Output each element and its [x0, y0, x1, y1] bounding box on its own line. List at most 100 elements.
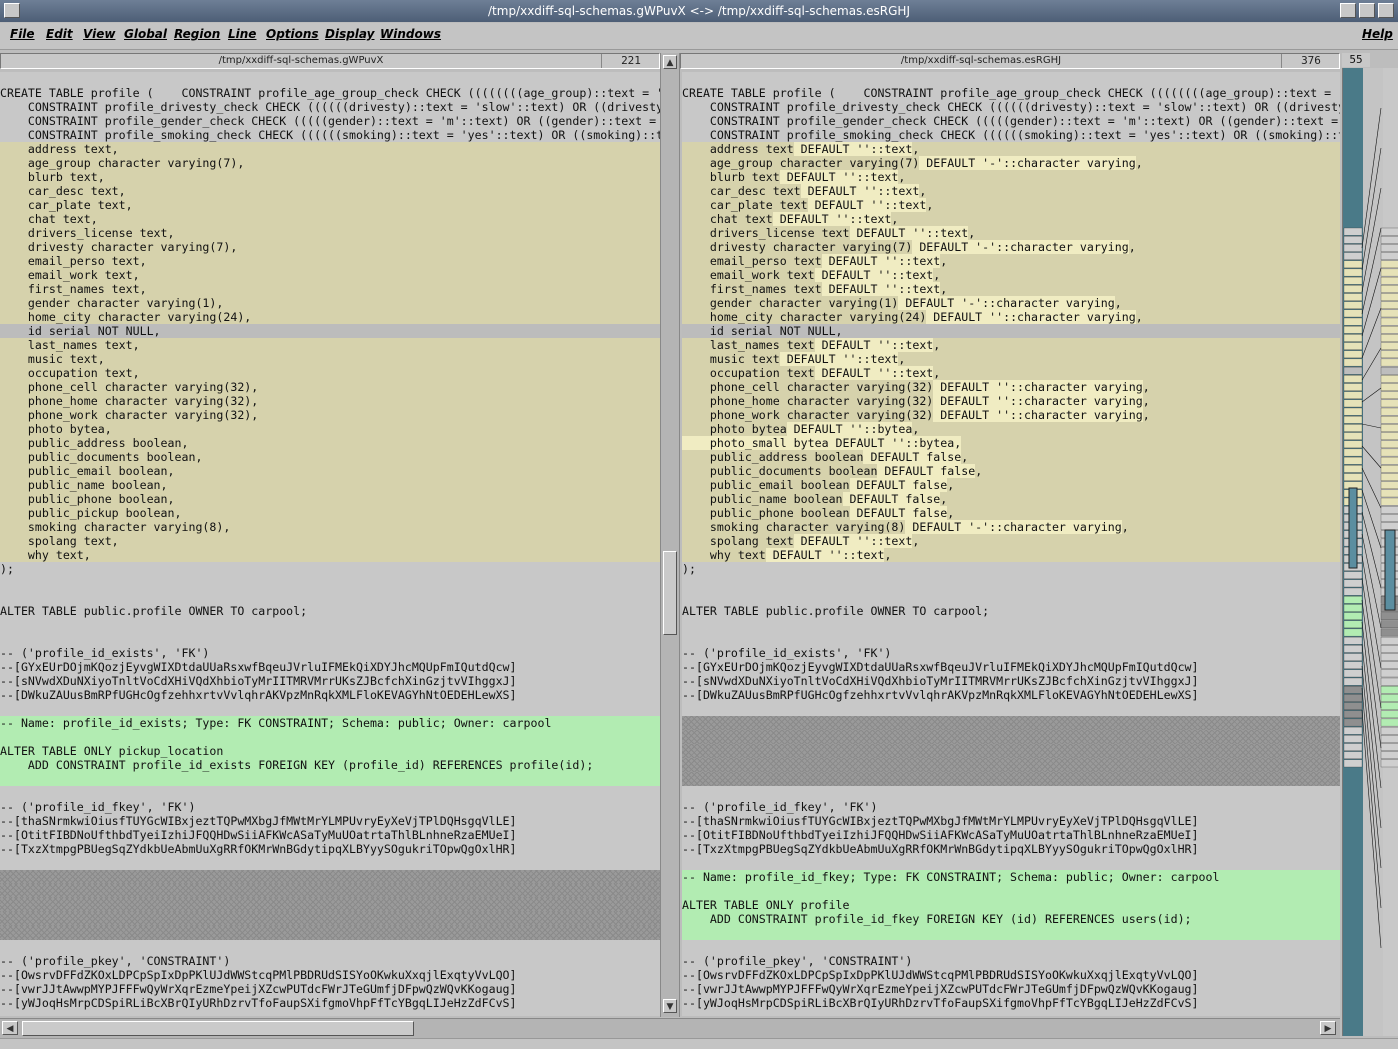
diff-line[interactable]: phone_home character varying(32) DEFAULT… [682, 394, 1340, 408]
vertical-scroll-thumb[interactable] [663, 551, 677, 635]
close-icon[interactable] [1378, 3, 1394, 18]
diff-line[interactable]: occupation text, [0, 366, 660, 380]
diff-line[interactable]: drivesty character varying(7), [0, 240, 660, 254]
diff-line[interactable]: gender character varying(1), [0, 296, 660, 310]
diff-line[interactable]: age_group character varying(7), [0, 156, 660, 170]
diff-line[interactable]: -- ('profile_id_exists', 'FK') [0, 646, 660, 660]
diff-line[interactable]: public_documents boolean, [0, 450, 660, 464]
diff-line[interactable]: -- ('profile_id_fkey', 'FK') [682, 800, 1340, 814]
diff-line[interactable] [682, 618, 1340, 632]
diff-line[interactable]: public_phone boolean, [0, 492, 660, 506]
menu-edit[interactable]: Edit [46, 27, 73, 41]
diff-line[interactable]: email_work text, [0, 268, 660, 282]
diff-line[interactable]: chat text DEFAULT ''::text, [682, 212, 1340, 226]
diff-line[interactable]: ); [682, 562, 1340, 576]
diff-line[interactable]: ALTER TABLE public.profile OWNER TO carp… [0, 604, 660, 618]
diff-line[interactable]: spolang text, [0, 534, 660, 548]
diff-line[interactable]: id serial NOT NULL, [682, 324, 1340, 338]
diff-line[interactable]: --[GYxEUrDOjmKQozjEyvgWIXDtdaUUaRsxwfBqe… [682, 660, 1340, 674]
diff-line[interactable]: id serial NOT NULL, [0, 324, 660, 338]
diff-line[interactable]: drivers_license text, [0, 226, 660, 240]
diff-line[interactable]: CONSTRAINT profile_gender_check CHECK ((… [682, 114, 1340, 128]
diff-line[interactable] [0, 926, 660, 940]
diff-line[interactable]: CONSTRAINT profile_gender_check CHECK ((… [0, 114, 660, 128]
diff-line[interactable]: blurb text DEFAULT ''::text, [682, 170, 1340, 184]
diff-line[interactable] [682, 926, 1340, 940]
diff-line[interactable]: address text, [0, 142, 660, 156]
scroll-left-icon[interactable]: ◀ [2, 1021, 18, 1035]
diff-line[interactable]: ADD CONSTRAINT profile_id_fkey FOREIGN K… [682, 912, 1340, 926]
diff-line[interactable]: drivesty character varying(7) DEFAULT '-… [682, 240, 1340, 254]
diff-line[interactable]: car_plate text, [0, 198, 660, 212]
menu-global[interactable]: Global [124, 27, 167, 41]
diff-line[interactable]: -- ('profile_pkey', 'CONSTRAINT') [682, 954, 1340, 968]
diff-line[interactable]: phone_cell character varying(32) DEFAULT… [682, 380, 1340, 394]
diff-line[interactable]: --[vwrJJtAwwpMYPJFFFwQyWrXqrEzmeYpeijXZc… [0, 982, 660, 996]
diff-line[interactable]: ALTER TABLE ONLY pickup_location [0, 744, 660, 758]
diff-line[interactable]: --[DWkuZAUusBmRPfUGHcOgfzehhxrtvVvlqhrAK… [0, 688, 660, 702]
diff-line[interactable] [682, 744, 1340, 758]
menu-options[interactable]: Options [266, 27, 319, 41]
diff-line[interactable]: phone_cell character varying(32), [0, 380, 660, 394]
diff-line[interactable]: occupation text DEFAULT ''::text, [682, 366, 1340, 380]
menu-view[interactable]: View [83, 27, 115, 41]
diff-line[interactable]: first_names text DEFAULT ''::text, [682, 282, 1340, 296]
diff-line[interactable]: ALTER TABLE public.profile OWNER TO carp… [682, 604, 1340, 618]
diff-line[interactable]: phone_work character varying(32) DEFAULT… [682, 408, 1340, 422]
window-menu-icon[interactable] [4, 3, 20, 18]
diff-line[interactable]: --[OtitFIBDNoUfthbdTyeiIzhiJFQQHDwSiiAFK… [682, 828, 1340, 842]
horizontal-scrollbar[interactable]: ◀ ▶ [0, 1018, 1340, 1038]
diff-line[interactable] [0, 940, 660, 954]
diff-line[interactable] [0, 870, 660, 884]
diff-line[interactable] [682, 940, 1340, 954]
diff-line[interactable]: --[GYxEUrDOjmKQozjEyvgWIXDtdaUUaRsxwfBqe… [0, 660, 660, 674]
diff-line[interactable]: --[OtitFIBDNoUfthbdTyeiIzhiJFQQHDwSiiAFK… [0, 828, 660, 842]
diff-line[interactable] [682, 576, 1340, 590]
scroll-right-icon[interactable]: ▶ [1320, 1021, 1336, 1035]
diff-line[interactable]: car_desc text DEFAULT ''::text, [682, 184, 1340, 198]
menu-file[interactable]: File [10, 27, 35, 41]
diff-line[interactable]: why text, [0, 548, 660, 562]
diff-line[interactable]: CONSTRAINT profile_drivesty_check CHECK … [682, 100, 1340, 114]
diff-line[interactable] [682, 772, 1340, 786]
diff-line[interactable]: --[sNVwdXDuNXiyoTnltVoCdXHiVQdXhbioTyMrI… [0, 674, 660, 688]
diff-line[interactable]: photo bytea DEFAULT ''::bytea, [682, 422, 1340, 436]
diff-line[interactable]: --[yWJoqHsMrpCDSpiRLiBcXBrQIyURhDzrvTfoF… [0, 996, 660, 1010]
diff-line[interactable]: phone_work character varying(32), [0, 408, 660, 422]
diff-line[interactable]: blurb text, [0, 170, 660, 184]
diff-line[interactable]: ALTER TABLE ONLY profile [682, 898, 1340, 912]
diff-line[interactable]: car_desc text, [0, 184, 660, 198]
diff-line[interactable]: photo bytea, [0, 422, 660, 436]
diff-line[interactable]: -- Name: profile_id_fkey; Type: FK CONST… [682, 870, 1340, 884]
diff-line[interactable] [682, 702, 1340, 716]
diff-line[interactable] [0, 702, 660, 716]
diff-line[interactable]: CONSTRAINT profile_smoking_check CHECK (… [0, 128, 660, 142]
horizontal-scroll-thumb[interactable] [22, 1021, 414, 1036]
diff-line[interactable]: -- Name: profile_id_exists; Type: FK CON… [0, 716, 660, 730]
diff-line[interactable]: public_documents boolean DEFAULT false, [682, 464, 1340, 478]
diff-line[interactable]: -- ('profile_id_fkey', 'FK') [0, 800, 660, 814]
diff-line[interactable]: public_name boolean, [0, 478, 660, 492]
diff-line[interactable] [0, 618, 660, 632]
diff-line[interactable] [682, 786, 1340, 800]
maximize-icon[interactable] [1359, 3, 1375, 18]
diff-line[interactable]: public_email boolean DEFAULT false, [682, 478, 1340, 492]
diff-line[interactable] [682, 884, 1340, 898]
diff-line[interactable]: CREATE TABLE profile ( CONSTRAINT profil… [0, 86, 660, 100]
diff-line[interactable]: public_phone boolean DEFAULT false, [682, 506, 1340, 520]
diff-line[interactable]: chat text, [0, 212, 660, 226]
menu-help[interactable]: Help [1362, 27, 1393, 41]
diff-line[interactable]: address text DEFAULT ''::text, [682, 142, 1340, 156]
diff-line[interactable]: CREATE TABLE profile ( CONSTRAINT profil… [682, 86, 1340, 100]
diff-line[interactable]: age_group character varying(7) DEFAULT '… [682, 156, 1340, 170]
diff-line[interactable] [0, 632, 660, 646]
diff-line[interactable] [0, 576, 660, 590]
diff-line[interactable] [682, 730, 1340, 744]
diff-line[interactable]: public_pickup boolean, [0, 506, 660, 520]
diff-line[interactable]: --[TxzXtmpgPBUegSqZYdkbUeAbmUuXgRRfOKMrW… [0, 842, 660, 856]
diff-line[interactable]: spolang text DEFAULT ''::text, [682, 534, 1340, 548]
diff-line[interactable]: home_city character varying(24) DEFAULT … [682, 310, 1340, 324]
diff-line[interactable] [0, 590, 660, 604]
diff-line[interactable]: gender character varying(1) DEFAULT '-':… [682, 296, 1340, 310]
diff-line[interactable]: car_plate text DEFAULT ''::text, [682, 198, 1340, 212]
